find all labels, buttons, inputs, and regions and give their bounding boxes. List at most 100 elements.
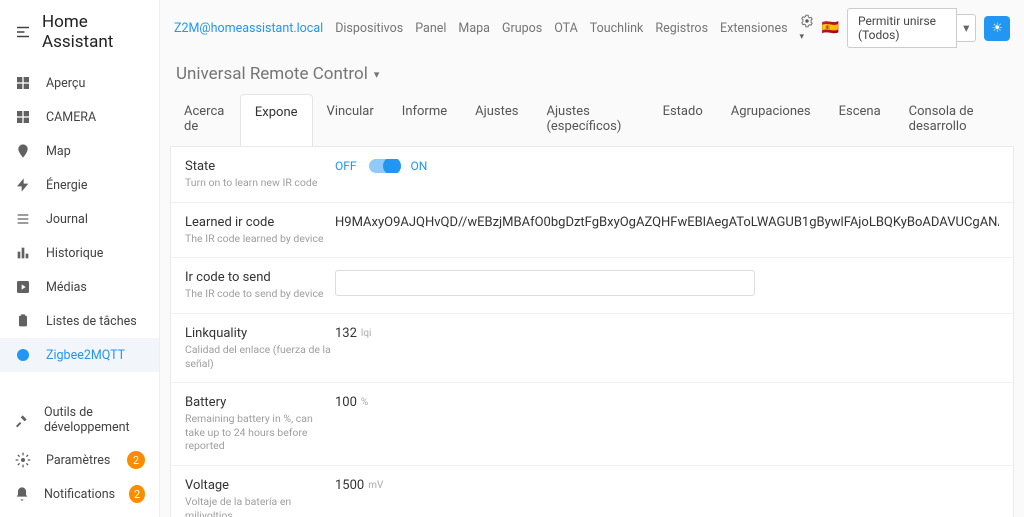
sidebar-item-label: Énergie <box>46 178 87 193</box>
sidebar-item-settings[interactable]: Paramètres 2 <box>0 443 159 477</box>
dashboard-icon <box>14 74 32 92</box>
sidebar-item-label: Paramètres <box>46 453 110 468</box>
list-icon <box>14 210 32 228</box>
grid-icon <box>14 108 32 126</box>
device-tabs: Acerca de Expone Vincular Informe Ajuste… <box>160 94 1024 146</box>
learned-ir-value: H9MAxyO9AJQHvQD//wEBzjMBAfO0bgDztFgBxyOg… <box>335 215 999 230</box>
tab-agrupaciones[interactable]: Agrupaciones <box>717 94 825 146</box>
tab-consola[interactable]: Consola de desarrollo <box>895 94 1014 146</box>
nav-mapa[interactable]: Mapa <box>458 21 490 36</box>
row-battery: Battery Remaining battery in %, can take… <box>171 383 1013 466</box>
notifications-badge: 2 <box>129 485 145 503</box>
state-toggle[interactable] <box>369 159 399 173</box>
sidebar-header: Home Assistant <box>0 0 159 66</box>
sidebar-item-label: Zigbee2MQTT <box>46 348 125 363</box>
topbar-nav: Dispositivos Panel Mapa Grupos OTA Touch… <box>335 21 787 36</box>
clipboard-icon <box>14 312 32 330</box>
sidebar-item-label: Aperçu <box>46 76 85 91</box>
voltage-unit: mV <box>368 480 383 491</box>
sidebar-item-label: Outils de développement <box>44 405 145 435</box>
battery-title: Battery <box>185 395 335 410</box>
linkquality-value: 132 <box>335 326 357 341</box>
sidebar-item-listes[interactable]: Listes de tâches <box>0 304 159 338</box>
tab-vincular[interactable]: Vincular <box>313 94 388 146</box>
row-linkquality: Linkquality Calidad del enlace (fuerza d… <box>171 314 1013 383</box>
nav-ota[interactable]: OTA <box>554 21 578 36</box>
tab-expone[interactable]: Expone <box>240 94 313 146</box>
menu-icon[interactable] <box>14 23 32 41</box>
sidebar-item-label: Historique <box>46 246 103 261</box>
sidebar-item-devtools[interactable]: Outils de développement <box>0 397 159 443</box>
tab-estado[interactable]: Estado <box>649 94 717 146</box>
sidebar-item-apercu[interactable]: Aperçu <box>0 66 159 100</box>
sidebar-item-notifications[interactable]: Notifications 2 <box>0 477 159 511</box>
learned-ir-desc: The IR code learned by device <box>185 232 335 246</box>
nav-extensiones[interactable]: Extensiones <box>720 21 788 36</box>
battery-unit: % <box>361 397 368 408</box>
tab-escena[interactable]: Escena <box>825 94 895 146</box>
sidebar-items: Aperçu CAMERA Map Énergie Journal Histor… <box>0 66 159 397</box>
nav-touchlink[interactable]: Touchlink <box>590 21 644 36</box>
nav-panel[interactable]: Panel <box>415 21 446 36</box>
nav-grupos[interactable]: Grupos <box>502 21 542 36</box>
learned-ir-title: Learned ir code <box>185 215 335 230</box>
gear-icon <box>14 451 32 469</box>
nav-registros[interactable]: Registros <box>655 21 708 36</box>
bell-icon <box>14 485 30 503</box>
row-learned-ir: Learned ir code The IR code learned by d… <box>171 203 1013 259</box>
linkquality-title: Linkquality <box>185 326 335 341</box>
ir-send-title: Ir code to send <box>185 270 335 285</box>
settings-dropdown[interactable]: ▾ <box>800 14 814 43</box>
main: Z2M@homeassistant.local Dispositivos Pan… <box>160 0 1024 517</box>
sidebar-item-label: Listes de tâches <box>46 314 137 329</box>
row-ir-send: Ir code to send The IR code to send by d… <box>171 258 1013 314</box>
sidebar-item-map[interactable]: Map <box>0 134 159 168</box>
battery-desc: Remaining battery in %, can take up to 2… <box>185 412 335 453</box>
sidebar-item-label: CAMERA <box>46 110 96 125</box>
row-voltage: Voltage Voltaje de la batería en milivol… <box>171 466 1013 517</box>
tab-ajustes-especificos[interactable]: Ajustes (específicos) <box>532 94 648 146</box>
sidebar-item-historique[interactable]: Historique <box>0 236 159 270</box>
ir-send-desc: The IR code to send by device <box>185 287 335 301</box>
sidebar-item-energie[interactable]: Énergie <box>0 168 159 202</box>
nav-dispositivos[interactable]: Dispositivos <box>335 21 403 36</box>
device-title-row[interactable]: Universal Remote Control ▾ <box>160 56 1024 94</box>
sidebar: Home Assistant Aperçu CAMERA Map Énergie… <box>0 0 160 517</box>
zigbee-icon <box>14 346 32 364</box>
state-off-label[interactable]: OFF <box>335 159 357 173</box>
tab-informe[interactable]: Informe <box>388 94 461 146</box>
state-on-label[interactable]: ON <box>411 159 428 173</box>
ir-send-input[interactable] <box>335 270 755 296</box>
sidebar-item-journal[interactable]: Journal <box>0 202 159 236</box>
settings-badge: 2 <box>127 451 145 469</box>
sidebar-item-label: Map <box>46 144 71 159</box>
bolt-icon <box>14 176 32 194</box>
sidebar-item-camera[interactable]: CAMERA <box>0 100 159 134</box>
device-name: Universal Remote Control <box>176 64 368 84</box>
linkquality-unit: lqi <box>361 328 372 339</box>
state-title: State <box>185 159 335 174</box>
sidebar-item-label: Notifications <box>44 487 115 502</box>
voltage-desc: Voltaje de la batería en milivoltios <box>185 495 335 517</box>
row-state: State Turn on to learn new IR code OFF O… <box>171 147 1013 203</box>
map-icon <box>14 142 32 160</box>
z2m-host-link[interactable]: Z2M@homeassistant.local <box>174 21 323 36</box>
app-title: Home Assistant <box>42 12 145 52</box>
sidebar-item-zigbee2mqtt[interactable]: Zigbee2MQTT <box>0 338 159 372</box>
voltage-value: 1500 <box>335 478 364 493</box>
topbar: Z2M@homeassistant.local Dispositivos Pan… <box>160 0 1024 56</box>
tab-ajustes[interactable]: Ajustes <box>461 94 532 146</box>
sidebar-item-medias[interactable]: Médias <box>0 270 159 304</box>
state-desc: Turn on to learn new IR code <box>185 176 335 190</box>
language-flag[interactable]: 🇪🇸 <box>822 20 839 36</box>
linkquality-desc: Calidad del enlace (fuerza de la señal) <box>185 343 335 370</box>
voltage-title: Voltage <box>185 478 335 493</box>
theme-toggle-button[interactable]: ☀ <box>984 16 1010 41</box>
permit-join-dropdown[interactable]: ▾ <box>957 14 976 42</box>
permit-join-button[interactable]: Permitir unirse (Todos) <box>847 8 957 48</box>
sidebar-bottom: Outils de développement Paramètres 2 Not… <box>0 397 159 517</box>
hammer-icon <box>14 411 30 429</box>
tab-acerca[interactable]: Acerca de <box>170 94 240 146</box>
chart-icon <box>14 244 32 262</box>
expose-panel: State Turn on to learn new IR code OFF O… <box>170 146 1014 517</box>
